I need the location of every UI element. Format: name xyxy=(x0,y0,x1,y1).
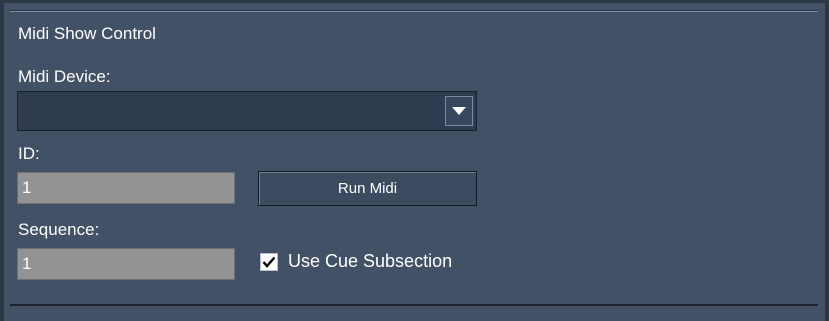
panel-top-border xyxy=(0,0,829,3)
top-divider xyxy=(10,10,818,12)
id-label: ID: xyxy=(18,144,40,163)
checkmark-icon xyxy=(262,256,276,268)
panel-title: Midi Show Control xyxy=(18,24,156,43)
panel-right-border xyxy=(825,0,829,321)
midi-device-select[interactable] xyxy=(17,91,477,131)
use-cue-subsection-option[interactable]: Use Cue Subsection xyxy=(260,251,452,272)
sequence-input[interactable]: 1 xyxy=(17,248,235,280)
run-midi-button[interactable]: Run Midi xyxy=(258,171,477,206)
id-input[interactable]: 1 xyxy=(17,172,235,204)
use-cue-subsection-label: Use Cue Subsection xyxy=(288,251,453,271)
use-cue-subsection-checkbox[interactable] xyxy=(260,252,278,271)
dropdown-button[interactable] xyxy=(445,96,473,126)
triangle-down-icon xyxy=(452,107,466,115)
sequence-label: Sequence: xyxy=(18,220,100,239)
midi-device-label: Midi Device: xyxy=(18,67,111,86)
bottom-divider xyxy=(10,304,818,306)
panel-left-border xyxy=(0,0,4,321)
